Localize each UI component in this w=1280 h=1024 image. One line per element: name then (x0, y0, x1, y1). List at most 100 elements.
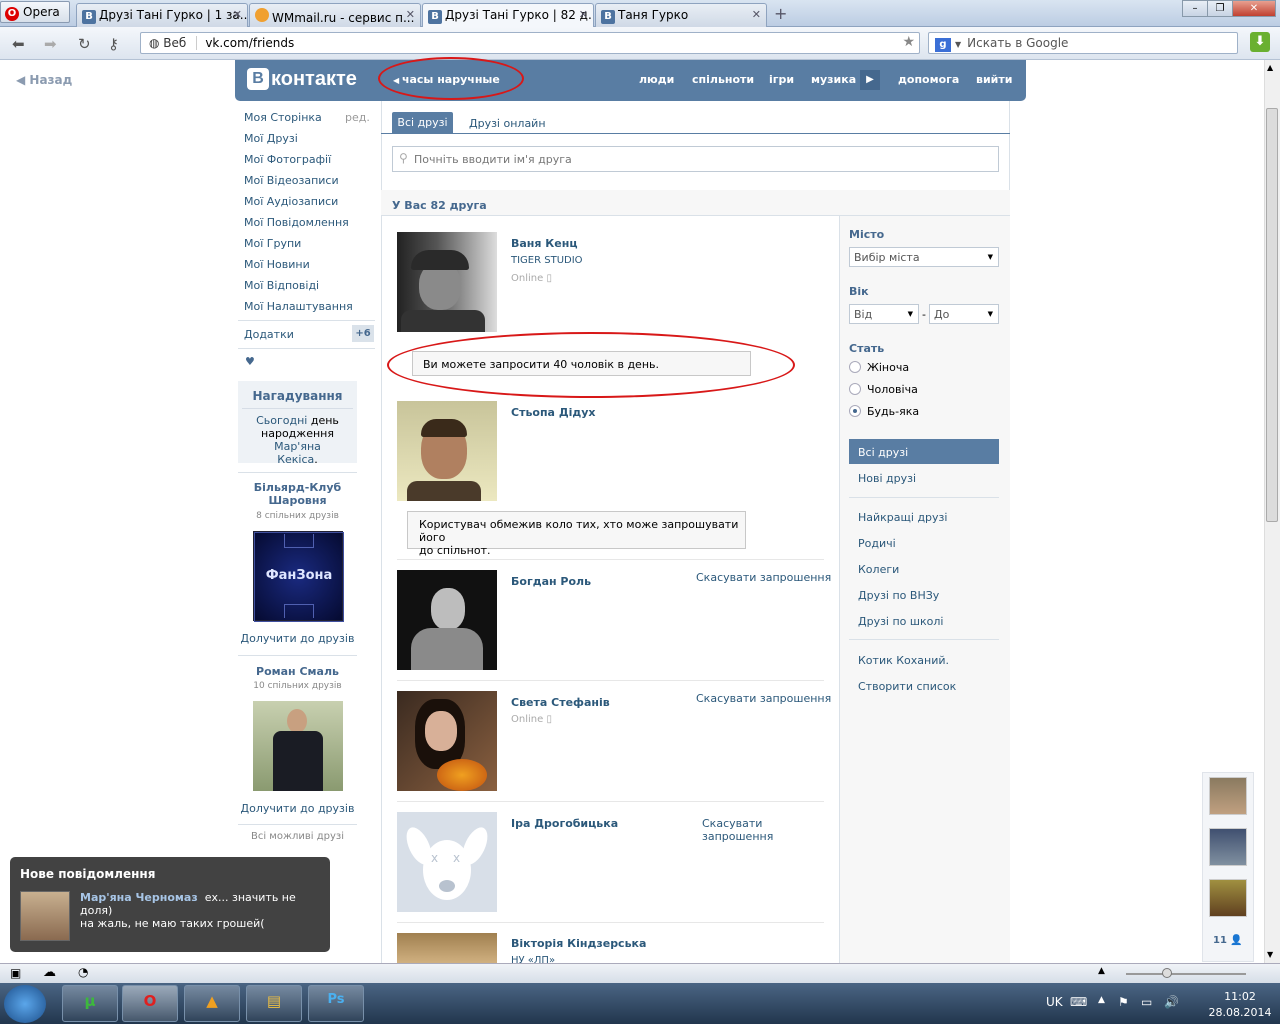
suggestion-name[interactable]: Роман Смаль (238, 665, 357, 678)
sender-name[interactable]: Мар'яна Черномаз (80, 891, 198, 904)
reload-icon[interactable]: ↻ (78, 35, 91, 53)
scroll-down-icon[interactable]: ▼ (1267, 950, 1273, 959)
search-engine-field[interactable]: g ▼ Искать в Google (928, 32, 1238, 54)
nav-communities[interactable]: спільноти (692, 73, 754, 86)
nav-music[interactable]: музика (811, 73, 856, 86)
friend-name[interactable]: Стьопа Дідух (511, 406, 596, 419)
cancel-invite-link[interactable]: Скасувати (702, 817, 762, 830)
menu-apps[interactable]: Додатки (244, 328, 294, 341)
friend-photo[interactable] (397, 933, 497, 963)
suggestion-image[interactable]: ФанЗона (253, 531, 344, 622)
close-tab-icon[interactable]: ✕ (579, 8, 588, 21)
zoom-menu-icon[interactable]: ▲ (1098, 966, 1105, 976)
close-tab-icon[interactable]: ✕ (406, 8, 415, 21)
scroll-up-icon[interactable]: ▲ (1267, 63, 1273, 72)
birthday-name-link[interactable]: Мар'яна (274, 440, 321, 453)
back-link[interactable]: ◀ Назад (16, 73, 72, 87)
chevron-down-icon[interactable]: ▼ (955, 40, 961, 49)
close-window-icon[interactable]: ✕ (1232, 0, 1276, 17)
chat-avatar[interactable] (1209, 879, 1247, 917)
list-school[interactable]: Друзі по школі (858, 615, 943, 628)
start-button[interactable] (4, 985, 46, 1023)
friend-name[interactable]: Богдан Роль (511, 575, 591, 588)
forward-arrow-icon[interactable]: ➡ (44, 35, 57, 53)
add-friend-link[interactable]: Долучити до друзів (238, 632, 357, 645)
friend-photo[interactable] (397, 691, 497, 791)
browser-tab-3[interactable]: B Друзі Тані Гурко | 82 д... ✕ (422, 3, 594, 27)
close-tab-icon[interactable]: ✕ (752, 8, 761, 21)
today-link[interactable]: Сьогодні (256, 414, 307, 427)
explorer-icon[interactable]: ▤ (246, 985, 302, 1022)
menu-my-groups[interactable]: Мої Групи (244, 237, 301, 250)
zoom-slider[interactable] (1126, 973, 1246, 975)
nav-people[interactable]: люди (639, 73, 674, 86)
friend-subtitle[interactable]: НУ «ЛП» (511, 955, 555, 963)
city-select[interactable]: Вибір міста ▼ (849, 247, 999, 267)
browser-tab-1[interactable]: B Друзі Тані Гурко | 1 за... ✕ (76, 3, 248, 27)
gender-male-radio[interactable]: Чоловіча (849, 383, 918, 396)
age-from-select[interactable]: Від ▼ (849, 304, 919, 324)
suggestion-photo[interactable] (253, 701, 343, 791)
sender-avatar[interactable] (20, 891, 70, 941)
nav-help[interactable]: допомога (898, 73, 959, 86)
gender-any-radio[interactable]: Будь-яка (849, 405, 919, 418)
online-count[interactable]: 11 👤 (1213, 935, 1243, 946)
menu-my-news[interactable]: Мої Новини (244, 258, 310, 271)
menu-my-answers[interactable]: Мої Відповіді (244, 279, 319, 292)
speed-dial-icon[interactable]: ◔ (78, 965, 88, 979)
cancel-invite-link[interactable]: Скасувати запрошення (696, 692, 831, 705)
menu-my-videos[interactable]: Мої Відеозаписи (244, 174, 339, 187)
friend-photo[interactable] (397, 232, 497, 332)
menu-my-settings[interactable]: Мої Налаштування (244, 300, 353, 313)
nav-games[interactable]: ігри (769, 73, 794, 86)
key-icon[interactable]: ⚷ (108, 35, 119, 53)
menu-my-page[interactable]: Моя Сторінка (244, 111, 322, 124)
friend-search-input[interactable]: ⚲ Почніть вводити ім'я друга (392, 146, 999, 172)
photoshop-icon[interactable]: Ps (308, 985, 364, 1022)
chat-avatar[interactable] (1209, 777, 1247, 815)
friend-name[interactable]: Іра Дрогобицька (511, 817, 618, 830)
language-indicator[interactable]: UK (1046, 995, 1063, 1009)
url-field[interactable]: ◍ Веб vk.com/friends ★ (140, 32, 920, 54)
minimize-icon[interactable]: – (1182, 0, 1208, 17)
tray-expand-icon[interactable]: ▲ (1098, 995, 1105, 1005)
friend-name[interactable]: Вікторія Кіндзерська (511, 937, 646, 950)
list-best-friends[interactable]: Найкращі друзі (858, 511, 947, 524)
cancel-invite-link[interactable]: запрошення (702, 830, 773, 843)
new-tab-icon[interactable]: + (774, 4, 787, 23)
back-arrow-icon[interactable]: ⬅ (12, 35, 25, 53)
nav-logout[interactable]: вийти (976, 73, 1012, 86)
edit-link[interactable]: ред. (345, 111, 370, 124)
list-university[interactable]: Друзі по ВНЗу (858, 589, 939, 602)
birthday-surname-link[interactable]: Кекіса (277, 453, 314, 466)
chat-avatar[interactable] (1209, 828, 1247, 866)
list-all-friends[interactable]: Всі друзі (849, 439, 999, 464)
heart-icon[interactable]: ♥ (245, 355, 255, 368)
zoom-slider-knob[interactable] (1162, 968, 1172, 978)
utorrent-icon[interactable]: µ (62, 985, 118, 1022)
friend-photo[interactable] (397, 570, 497, 670)
menu-my-friends[interactable]: Мої Друзі (244, 132, 298, 145)
cancel-invite-link[interactable]: Скасувати запрошення (696, 571, 831, 584)
clock[interactable]: 11:02 28.08.2014 (1200, 989, 1280, 1021)
volume-icon[interactable]: 🔊 (1164, 995, 1179, 1009)
browser-tab-4[interactable]: B Таня Гурко ✕ (595, 3, 767, 27)
opera-menu-button[interactable]: O Opera (0, 1, 70, 23)
menu-my-photos[interactable]: Мої Фотографії (244, 153, 331, 166)
age-to-select[interactable]: До ▼ (929, 304, 999, 324)
play-icon[interactable]: ▶ (860, 70, 880, 90)
bookmark-star-icon[interactable]: ★ (902, 34, 915, 50)
maximize-icon[interactable]: ❐ (1207, 0, 1233, 17)
menu-my-messages[interactable]: Мої Повідомлення (244, 216, 349, 229)
download-icon[interactable]: ⬇ (1250, 32, 1270, 52)
vk-logo[interactable]: Вконтакте (247, 68, 357, 91)
friend-subtitle[interactable]: TIGER STUDIO (511, 255, 583, 266)
message-notification[interactable]: Нове повідомлення Мар'яна Черномаз ех...… (10, 857, 330, 952)
list-relatives[interactable]: Родичі (858, 537, 896, 550)
add-friend-link[interactable]: Долучити до друзів (238, 802, 357, 815)
scrollbar-thumb[interactable] (1266, 108, 1278, 522)
tab-friends-online[interactable]: Друзі онлайн (469, 117, 546, 130)
close-tab-icon[interactable]: ✕ (233, 8, 242, 21)
panel-toggle-icon[interactable]: ▣ (10, 966, 21, 980)
browser-tab-2[interactable]: WMmail.ru - сервис п... ✕ (249, 3, 421, 27)
